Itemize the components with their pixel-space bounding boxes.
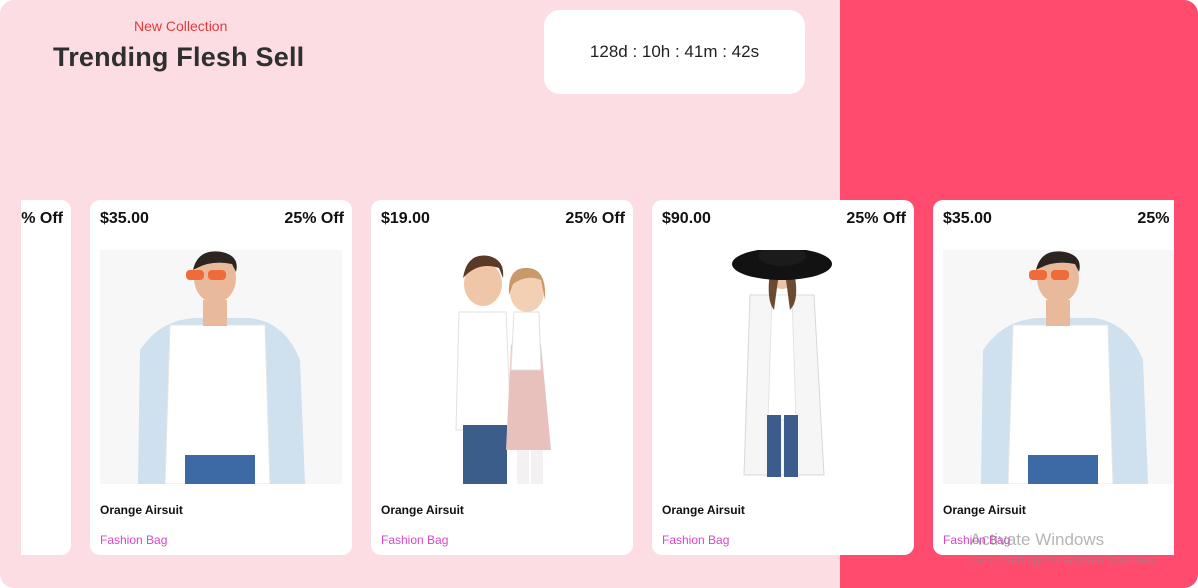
discount-label: 25% Off [846, 210, 906, 227]
product-image[interactable] [381, 250, 623, 484]
product-price: $35.00 [943, 210, 992, 227]
product-name: Orange Airsuit [100, 503, 183, 517]
product-name: Orange Airsuit [381, 503, 464, 517]
product-price: $90.00 [662, 210, 711, 227]
discount-label: 25% Off [1137, 210, 1174, 227]
discount-label: 25% Off [21, 210, 63, 227]
woman-black-hat-image [662, 250, 904, 484]
product-category: Fashion Bag [381, 533, 449, 547]
product-card[interactable]: $90.00 25% Off Orange Airsuit Fashion Ba [652, 200, 914, 555]
countdown-timer: 128d : 10h : 41m : 42s [544, 10, 805, 94]
product-name: Orange Airsuit [943, 503, 1026, 517]
activate-windows-watermark: Activate Windows [970, 530, 1105, 549]
product-card[interactable]: 25% Off [21, 200, 71, 555]
flash-sale-section: New Collection Trending Flesh Sell 128d … [0, 0, 1198, 588]
product-card[interactable]: $19.00 25% Off Orange Airsuit Fashion Ba… [371, 200, 633, 555]
discount-label: 25% Off [284, 210, 344, 227]
man-denim-jacket-image [943, 250, 1174, 484]
product-image[interactable] [662, 250, 904, 484]
product-card[interactable]: $35.00 25% Off Orange Airsuit Fashion Ba… [90, 200, 352, 555]
two-kids-image [381, 250, 623, 484]
product-image[interactable] [100, 250, 342, 484]
section-title: Trending Flesh Sell [53, 42, 305, 72]
activate-windows-hint: Go to Settings to activate Windows. [970, 553, 1160, 567]
product-category: Fashion Bag [100, 533, 168, 547]
man-denim-jacket-image [100, 250, 342, 484]
product-category: Fashion Bag [662, 533, 730, 547]
section-eyebrow: New Collection [134, 18, 228, 34]
countdown-value: 128d : 10h : 41m : 42s [589, 42, 760, 61]
product-carousel[interactable]: 25% Off $35.00 25% Off Orange Airsu [21, 200, 1174, 556]
product-card[interactable]: $35.00 25% Off Orange Airsuit Fashion Ba… [933, 200, 1174, 555]
product-image[interactable] [943, 250, 1174, 484]
product-price: $19.00 [381, 210, 430, 227]
discount-label: 25% Off [565, 210, 625, 227]
product-name: Orange Airsuit [662, 503, 745, 517]
product-price: $35.00 [100, 210, 149, 227]
